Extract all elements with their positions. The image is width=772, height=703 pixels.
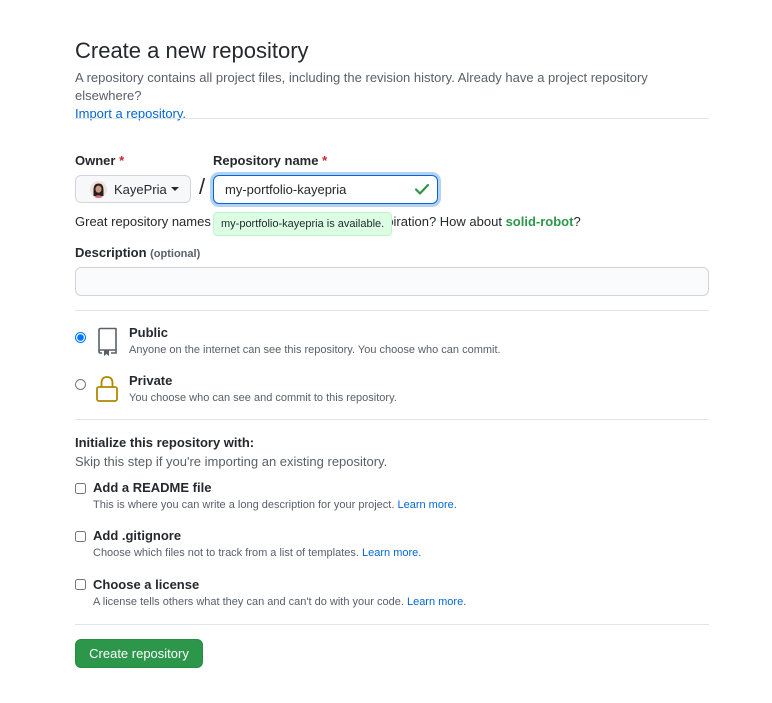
repo-icon (98, 327, 117, 356)
private-description: You choose who can see and commit to thi… (129, 392, 397, 404)
public-description: Anyone on the internet can see this repo… (129, 344, 501, 356)
create-repository-button[interactable]: Create repository (75, 639, 203, 668)
license-checkbox[interactable] (75, 579, 86, 590)
license-learn-more-link[interactable]: Learn more. (407, 596, 466, 608)
divider (75, 310, 709, 311)
page-title: Create a new repository (75, 38, 309, 63)
divider (75, 419, 709, 420)
repository-name-label: Repository name * (213, 153, 328, 168)
description-input[interactable] (75, 267, 709, 296)
readme-title: Add a README file (93, 480, 212, 495)
divider (75, 624, 709, 625)
gitignore-checkbox[interactable] (75, 531, 86, 542)
license-title: Choose a license (93, 577, 200, 592)
required-mark: * (119, 153, 125, 168)
optional-tag: (optional) (150, 248, 201, 260)
check-icon (414, 183, 430, 195)
import-repository-link[interactable]: Import a repository. (75, 105, 186, 123)
initialize-subtitle: Skip this step if you're importing an ex… (75, 454, 388, 469)
required-mark: * (322, 153, 328, 168)
page-subtitle: A repository contains all project files,… (75, 69, 715, 123)
lock-icon (96, 376, 118, 402)
divider (75, 118, 709, 119)
avatar (90, 180, 107, 198)
readme-description: This is where you can write a long descr… (93, 499, 457, 511)
owner-select-button[interactable]: KayePria (75, 175, 191, 203)
availability-tooltip: my-portfolio-kayepria is available. (213, 212, 393, 236)
subtitle-text: A repository contains all project files,… (75, 70, 648, 103)
suggested-name[interactable]: solid-robot (506, 214, 574, 229)
owner-label: Owner * (75, 153, 125, 168)
readme-checkbox[interactable] (75, 483, 86, 494)
gitignore-learn-more-link[interactable]: Learn more. (362, 547, 421, 559)
public-title: Public (129, 325, 169, 340)
initialize-title: Initialize this repository with: (75, 435, 255, 450)
private-radio[interactable] (75, 379, 86, 390)
chevron-down-icon (170, 187, 179, 191)
gitignore-title: Add .gitignore (93, 528, 182, 543)
readme-learn-more-link[interactable]: Learn more. (397, 499, 456, 511)
repository-name-input[interactable] (213, 175, 438, 204)
private-title: Private (129, 373, 173, 388)
license-description: A license tells others what they can and… (93, 596, 467, 608)
owner-name: KayePria (114, 181, 167, 197)
owner-repo-divider: / (199, 174, 206, 199)
public-radio[interactable] (75, 332, 86, 343)
gitignore-description: Choose which files not to track from a l… (93, 547, 422, 559)
description-label: Description (optional) (75, 245, 201, 260)
